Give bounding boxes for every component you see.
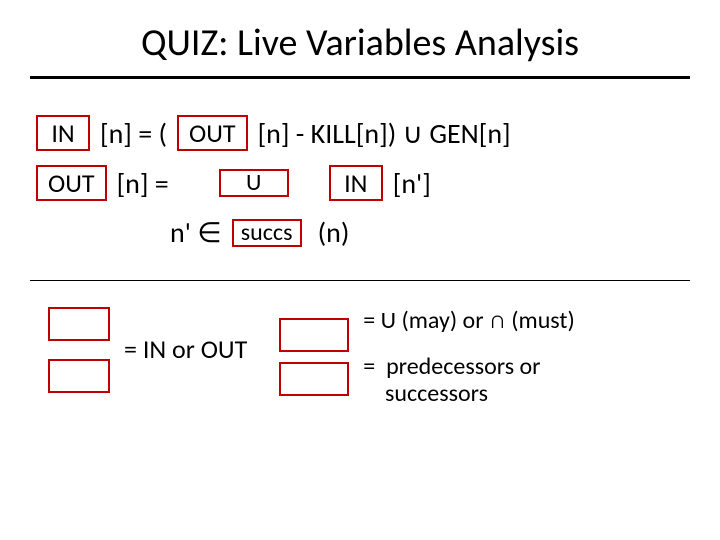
blank-union: U [219,169,289,197]
legend-r2: = predecessors or successors [363,353,540,408]
legend-right-texts: = U (may) or ∩ (must) = predecessors or … [363,307,574,408]
blank-in-2: IN [329,165,383,201]
eq1-text-2: [n] - KILL[n]) ∪ GEN[n] [258,116,511,151]
eq2-text-1: [n] = [117,166,169,201]
legend-right-block: = U (may) or ∩ (must) = predecessors or … [279,307,574,408]
eq1-text-1: [n] = ( [100,116,167,151]
legend: = IN or OUT = U (may) or ∩ (must) = pred… [48,307,690,408]
equation-row-2: OUT [n] = U IN [n'] [36,165,690,201]
legend-left-boxes [48,307,110,393]
legend-blank-3 [279,318,349,352]
slide-title: QUIZ: Live Variables Analysis [30,20,690,66]
equation-row-3: n' ∈ succs (n) [170,215,690,250]
eq2-text-2: [n'] [393,166,431,201]
legend-blank-1 [48,307,110,341]
blank-in: IN [36,115,90,151]
blank-succs: succs [232,219,302,247]
legend-right-boxes [279,318,349,396]
section-divider [30,280,690,281]
eq3-text-2: (n) [318,215,350,250]
legend-mid-text: = IN or OUT [124,335,247,365]
legend-blank-4 [279,362,349,396]
title-divider [30,76,690,79]
legend-r1: = U (may) or ∩ (must) [363,307,574,335]
slide: QUIZ: Live Variables Analysis IN [n] = (… [0,0,720,540]
equation-row-1: IN [n] = ( OUT [n] - KILL[n]) ∪ GEN[n] [36,115,690,151]
eq3-text-1: n' ∈ [170,215,222,250]
legend-left-block: = IN or OUT [48,307,247,393]
blank-out-1: OUT [177,115,248,151]
legend-blank-2 [48,359,110,393]
blank-out-2: OUT [36,165,107,201]
